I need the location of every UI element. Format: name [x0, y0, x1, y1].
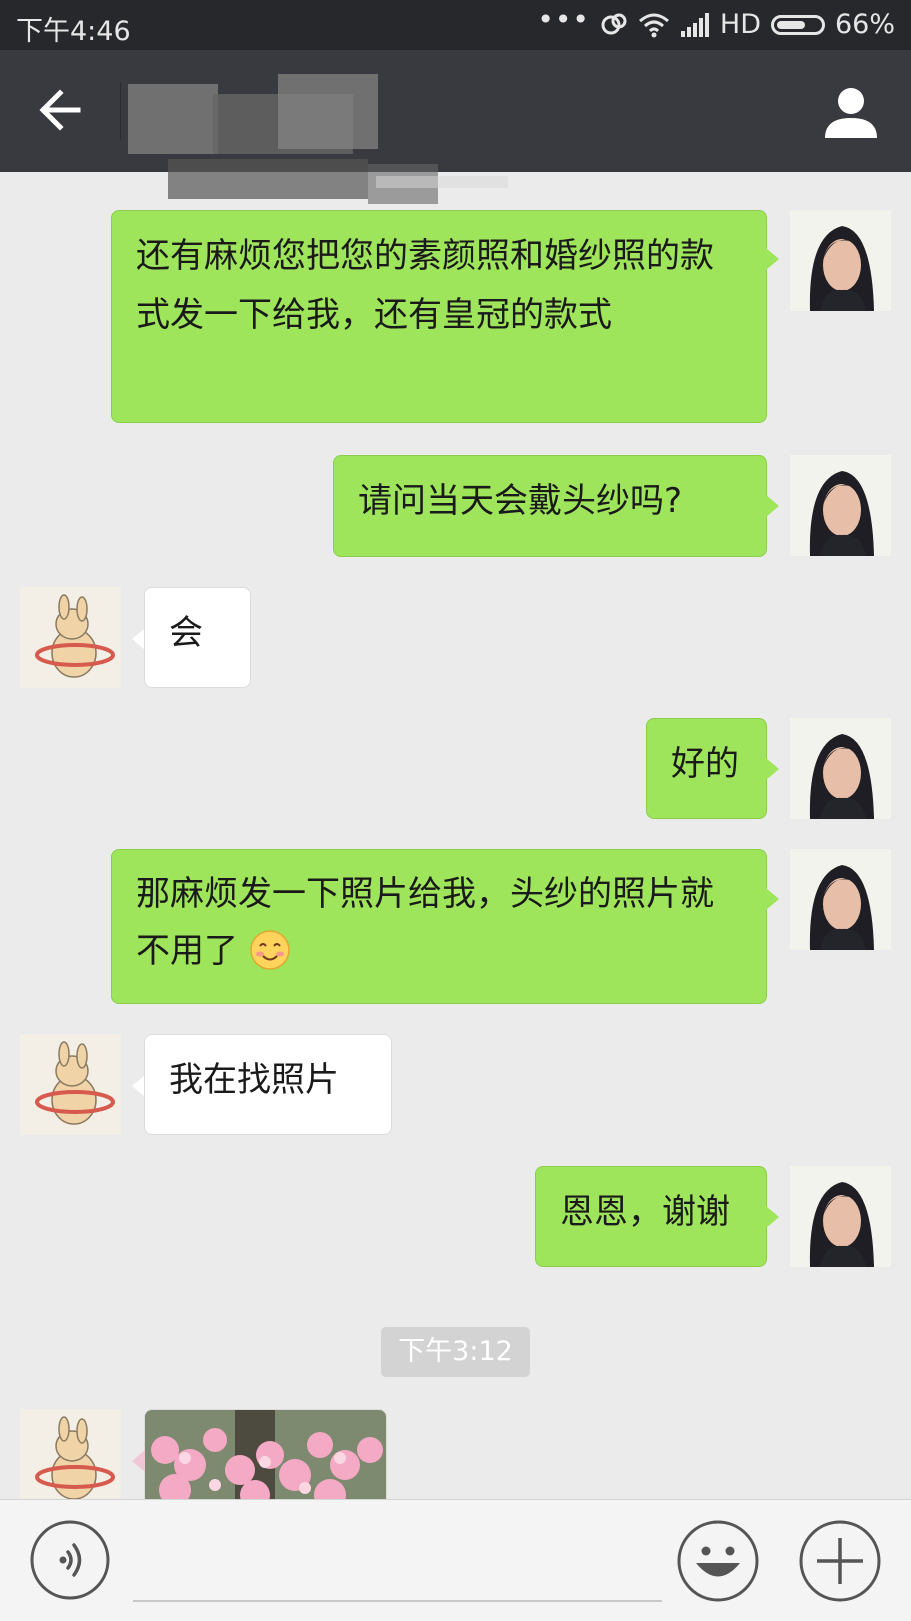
emoji-icon[interactable]: [677, 1520, 759, 1602]
status-icons: ••• HD 66%: [537, 3, 895, 40]
avatar-self-image: [790, 455, 891, 556]
bubble-tail: [132, 1450, 145, 1472]
message-text: 我在找照片: [169, 1060, 339, 1100]
status-time: 下午4:46: [16, 16, 131, 47]
avatar-self-image: [790, 849, 891, 950]
more-notifications-icon: •••: [537, 3, 590, 36]
message-bubble-outgoing[interactable]: 请问当天会戴头纱吗?: [333, 455, 767, 557]
network-type: HD: [719, 9, 761, 40]
avatar-self[interactable]: [790, 718, 891, 819]
title-divider: [120, 82, 121, 140]
avatar-self[interactable]: [790, 210, 891, 311]
avatar-self-image: [790, 1166, 891, 1267]
message-input[interactable]: [133, 1530, 662, 1602]
message-bubble-incoming[interactable]: 会: [144, 587, 251, 688]
message-text: 那麻烦发一下照片给我，头纱的照片就不用了: [136, 874, 714, 971]
battery-icon: [770, 14, 825, 35]
avatar-self-image: [790, 210, 891, 311]
avatar-self-image: [790, 718, 891, 819]
message-text: 请问当天会戴头纱吗?: [358, 481, 683, 521]
message-bubble-outgoing[interactable]: 好的: [646, 718, 767, 819]
wifi-icon: [638, 13, 669, 37]
avatar-contact-image: [20, 1034, 121, 1135]
avatar-contact[interactable]: [20, 1034, 121, 1135]
smiling-emoji-icon: [250, 929, 290, 970]
avatar-self[interactable]: [790, 1166, 891, 1267]
message-text: 会: [169, 613, 203, 653]
message-text: 还有麻烦您把您的素颜照和婚纱照的款式发一下给我，还有皇冠的款式: [136, 236, 714, 335]
image-message[interactable]: [144, 1409, 387, 1499]
chat-area[interactable]: 还有麻烦您把您的素颜照和婚纱照的款式发一下给我，还有皇冠的款式 请问当天会戴头纱…: [0, 172, 911, 1499]
bubble-tail: [766, 248, 779, 270]
avatar-contact-image: [20, 1409, 121, 1499]
avatar-contact[interactable]: [20, 1409, 121, 1499]
voice-icon[interactable]: [30, 1520, 110, 1600]
avatar-contact[interactable]: [20, 587, 121, 688]
battery-percent: 66%: [834, 9, 895, 40]
person-icon[interactable]: [821, 82, 881, 142]
plus-icon[interactable]: [799, 1520, 881, 1602]
avatar-contact-image: [20, 587, 121, 688]
message-text: 恩恩，谢谢: [560, 1192, 730, 1232]
sync-icon: [601, 13, 627, 34]
signal-icon: [680, 12, 709, 37]
bubble-tail: [766, 495, 779, 517]
avatar-self[interactable]: [790, 455, 891, 556]
status-bar: 下午4:46 ••• HD 66%: [0, 0, 911, 50]
message-text: 好的: [671, 744, 739, 784]
flower-photo: [145, 1410, 386, 1499]
message-bubble-outgoing[interactable]: 恩恩，谢谢: [535, 1166, 767, 1267]
message-bubble-outgoing[interactable]: 那麻烦发一下照片给我，头纱的照片就不用了: [111, 849, 767, 1004]
bubble-tail: [766, 758, 779, 780]
message-bubble-outgoing[interactable]: 还有麻烦您把您的素颜照和婚纱照的款式发一下给我，还有皇冠的款式: [111, 210, 767, 423]
message-bubble-incoming[interactable]: 我在找照片: [144, 1034, 392, 1135]
message-timestamp: 下午3:12: [381, 1327, 530, 1377]
battery-fill: [776, 20, 805, 29]
input-bar: [0, 1499, 911, 1621]
avatar-self[interactable]: [790, 849, 891, 950]
bubble-tail: [766, 1206, 779, 1228]
title-bar: [0, 50, 911, 204]
arrow-left-icon[interactable]: [32, 80, 92, 140]
bubble-tail: [766, 888, 779, 910]
